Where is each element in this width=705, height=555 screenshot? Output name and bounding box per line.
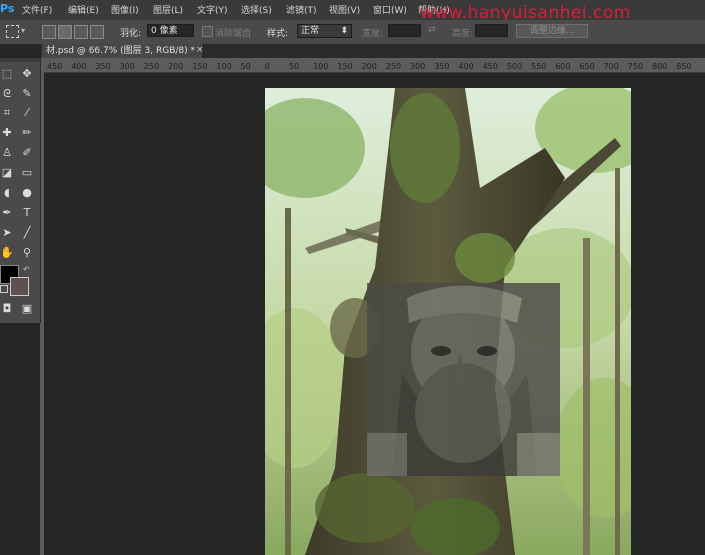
ruler-tick-label: 250 <box>385 62 402 71</box>
ruler-tick-label: 500 <box>506 62 523 71</box>
path-select-icon[interactable]: ➤ <box>0 226 14 240</box>
ruler-tick-label: 800 <box>652 62 668 71</box>
width-label: 宽度: <box>362 29 384 39</box>
style-select[interactable]: 正常 ⬍ <box>297 24 352 38</box>
subtract-selection-icon[interactable] <box>74 25 88 39</box>
swap-icon[interactable]: ⇄ <box>428 25 436 35</box>
height-label: 高度: <box>452 29 474 39</box>
menu-image[interactable]: 图像(I) <box>111 3 139 16</box>
app-logo: Ps <box>0 2 15 15</box>
ruler-tick-label: 650 <box>579 62 595 71</box>
ruler-tick-label: 350 <box>95 62 111 71</box>
style-select-value: 正常 <box>301 26 320 36</box>
menu-layer[interactable]: 图层(L) <box>153 3 183 16</box>
menu-type[interactable]: 文字(Y) <box>197 3 228 16</box>
gradient-icon[interactable]: ▭ <box>20 166 34 180</box>
antialias-checkbox[interactable] <box>202 26 213 37</box>
tools-panel-grip[interactable] <box>0 58 40 62</box>
close-icon[interactable]: × <box>196 45 204 55</box>
hand-icon[interactable]: ✋ <box>0 246 14 260</box>
menu-file[interactable]: 文件(F) <box>22 3 52 16</box>
eyedropper-icon[interactable]: ⁄ <box>20 106 34 120</box>
stamp-icon[interactable]: ♙ <box>0 146 14 160</box>
ruler-tick-label: 850 <box>676 62 692 71</box>
ruler-tick-label: 600 <box>555 62 571 71</box>
antialias-label: 消除锯齿 <box>215 29 252 39</box>
quick-select-icon[interactable]: ✎ <box>20 87 34 101</box>
quickmask-icon[interactable]: ◘ <box>0 302 14 316</box>
zoom-icon[interactable]: ⚲ <box>20 246 34 260</box>
ruler-tick-label: 150 <box>192 62 208 71</box>
ruler-tick-label: 50 <box>240 62 251 71</box>
chevron-down-icon: ⬍ <box>340 26 348 36</box>
ruler-tick-label: 100 <box>216 62 232 71</box>
pen-icon[interactable]: ✒ <box>0 206 14 220</box>
healing-icon[interactable]: ✚ <box>0 126 14 140</box>
ruler-tick-label: 450 <box>482 62 498 71</box>
ruler-tick-label: 750 <box>627 62 644 71</box>
refine-edge-button[interactable]: 调整边缘... <box>516 24 588 38</box>
new-selection-icon[interactable] <box>42 25 56 39</box>
document-tab[interactable]: 材.psd @ 66.7% (图层 3, RGB/8) * <box>42 44 202 58</box>
screen-mode-icon[interactable]: ▣ <box>20 302 34 316</box>
menu-window[interactable]: 窗口(W) <box>373 3 407 16</box>
width-input[interactable] <box>388 24 421 37</box>
ruler-tick-label: 400 <box>458 62 474 71</box>
ruler-tick-label: 200 <box>168 62 184 71</box>
blur-icon[interactable]: ◖ <box>0 186 14 200</box>
crop-icon[interactable]: ⌗ <box>0 106 14 120</box>
options-bar <box>0 20 705 45</box>
brush-icon[interactable]: ✏ <box>20 126 34 140</box>
ruler-tick-label: 400 <box>71 62 87 71</box>
menu-view[interactable]: 视图(V) <box>329 3 360 16</box>
ruler-tick-label: 300 <box>119 62 135 71</box>
feather-label: 羽化: <box>120 29 142 39</box>
style-label: 样式: <box>267 29 289 39</box>
type-icon[interactable]: T <box>20 206 34 220</box>
ruler-tick-label: 450 <box>47 62 63 71</box>
intersect-selection-icon[interactable] <box>90 25 104 39</box>
ruler-tick-label: 50 <box>289 62 300 71</box>
ruler-tick-label: 300 <box>410 62 426 71</box>
dodge-icon[interactable]: ● <box>20 186 34 200</box>
face-layer-selection[interactable] <box>367 283 560 476</box>
ruler-tick-label: 0 <box>264 62 270 71</box>
line-icon[interactable]: ╱ <box>20 226 34 240</box>
ruler-tick-label: 700 <box>603 62 619 71</box>
swap-colors-icon[interactable]: ↶ <box>23 265 30 274</box>
ruler-tick-label: 350 <box>434 62 450 71</box>
default-colors-icon[interactable] <box>0 285 8 293</box>
feather-input[interactable]: 0 像素 <box>147 24 194 37</box>
history-brush-icon[interactable]: ✐ <box>20 146 34 160</box>
ruler-tick-label: 200 <box>361 62 377 71</box>
move-icon[interactable]: ✥ <box>20 67 34 81</box>
background-color-swatch[interactable] <box>10 277 29 296</box>
add-selection-icon[interactable] <box>58 25 72 39</box>
marquee-preset-icon[interactable] <box>6 25 19 38</box>
menu-select[interactable]: 选择(S) <box>241 3 272 16</box>
menu-filter[interactable]: 滤镜(T) <box>286 3 317 16</box>
marquee-icon[interactable]: ⬚ <box>0 67 14 81</box>
height-input[interactable] <box>475 24 508 37</box>
ruler-tick-label: 100 <box>313 62 329 71</box>
eraser-icon[interactable]: ◪ <box>0 166 14 180</box>
menu-edit[interactable]: 编辑(E) <box>68 3 99 16</box>
chevron-down-icon[interactable]: ▾ <box>21 26 25 35</box>
ruler-tick-label: 150 <box>337 62 353 71</box>
ruler-tick-label: 550 <box>531 62 547 71</box>
lasso-icon[interactable]: ᘓ <box>0 87 14 101</box>
ruler-tick-label: 250 <box>143 62 160 71</box>
